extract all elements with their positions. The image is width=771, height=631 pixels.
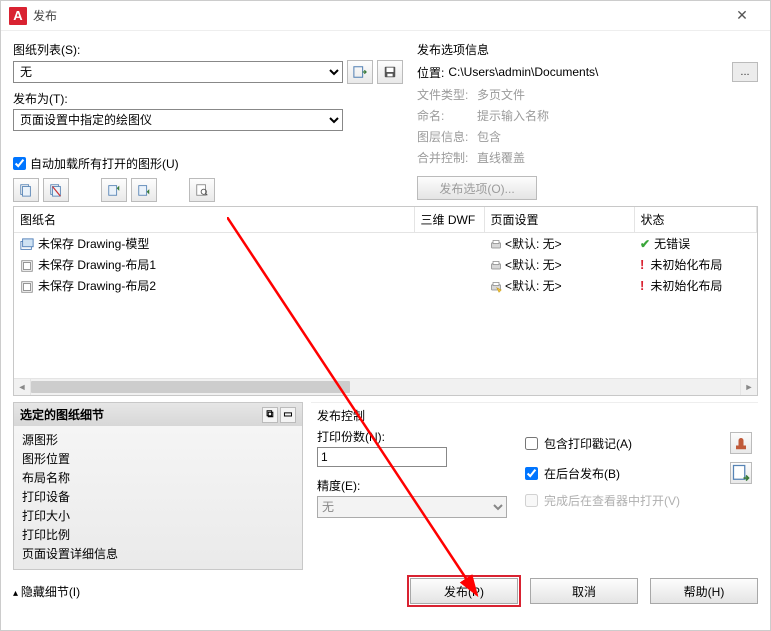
detail-item[interactable]: 源图形	[22, 430, 294, 449]
sheet-detail-panel: 选定的图纸细节 ⧉ ▭ 源图形图形位置布局名称打印设备打印大小打印比例页面设置详…	[13, 402, 303, 570]
detail-copy-icon[interactable]: ⧉	[262, 407, 278, 423]
precision-select: 无	[317, 496, 507, 518]
move-down-icon[interactable]	[131, 178, 157, 202]
location-label: 位置:	[417, 64, 444, 81]
location-value: C:\Users\admin\Documents\	[448, 65, 598, 79]
precision-label: 精度(E):	[317, 477, 507, 494]
preview-icon[interactable]	[189, 178, 215, 202]
bg-publish-settings-icon[interactable]	[730, 462, 752, 484]
autoload-label: 自动加载所有打开的图形(U)	[30, 155, 179, 172]
cancel-button[interactable]: 取消	[530, 578, 638, 604]
browse-location-button[interactable]: ...	[732, 62, 758, 82]
detail-header: 选定的图纸细节	[20, 406, 104, 423]
stamp-settings-icon[interactable]	[730, 432, 752, 454]
layers-label: 图层信息:	[417, 128, 477, 145]
include-stamp-label: 包含打印戳记(A)	[544, 435, 632, 452]
grid-horizontal-scrollbar[interactable]: ◄ ►	[14, 378, 757, 395]
include-stamp-checkbox[interactable]	[525, 437, 538, 450]
sheet-toolbar	[13, 178, 403, 202]
detail-item[interactable]: 布局名称	[22, 468, 294, 487]
filetype-value: 多页文件	[477, 86, 758, 103]
publish-button[interactable]: 发布(P)	[410, 578, 518, 604]
naming-value: 提示输入名称	[477, 107, 758, 124]
hide-details-toggle[interactable]: 隐藏细节(I)	[13, 583, 398, 600]
detail-item[interactable]: 打印比例	[22, 525, 294, 544]
publish-options-header: 发布选项信息	[417, 41, 758, 58]
publish-as-label: 发布为(T):	[13, 90, 403, 107]
col-header-page[interactable]: 页面设置	[484, 207, 634, 233]
autoload-checkbox[interactable]	[13, 157, 26, 170]
save-sheet-icon[interactable]	[377, 60, 403, 84]
publish-control-panel: 发布控制 打印份数(N): 精度(E): 无 包含打印戳记(A)	[311, 402, 758, 570]
copies-label: 打印份数(N):	[317, 428, 507, 445]
table-row[interactable]: 未保存 Drawing-布局2<默认: 无>未初始化布局	[14, 275, 757, 296]
publish-options-button[interactable]: 发布选项(O)...	[417, 176, 537, 200]
open-after-label: 完成后在查看器中打开(V)	[544, 492, 680, 509]
open-after-checkbox	[525, 494, 538, 507]
detail-paste-icon[interactable]: ▭	[280, 407, 296, 423]
titlebar: A 发布 ✕	[1, 1, 770, 31]
col-header-status[interactable]: 状态	[634, 207, 757, 233]
naming-label: 命名:	[417, 107, 477, 124]
copies-input[interactable]	[317, 447, 447, 467]
publish-dialog: A 发布 ✕ 图纸列表(S): 无 发布为(T): 页面设置中指定的绘图	[0, 0, 771, 631]
move-up-icon[interactable]	[101, 178, 127, 202]
table-row[interactable]: 未保存 Drawing-布局1<默认: 无>未初始化布局	[14, 254, 757, 275]
table-row[interactable]: 未保存 Drawing-模型<默认: 无>无错误	[14, 233, 757, 255]
detail-item[interactable]: 打印大小	[22, 506, 294, 525]
bg-publish-label: 在后台发布(B)	[544, 465, 620, 482]
filetype-label: 文件类型:	[417, 86, 477, 103]
help-button[interactable]: 帮助(H)	[650, 578, 758, 604]
publish-control-header: 发布控制	[317, 407, 752, 424]
add-sheets-icon[interactable]	[13, 178, 39, 202]
detail-item[interactable]: 打印设备	[22, 487, 294, 506]
merge-label: 合并控制:	[417, 149, 477, 166]
detail-item[interactable]: 图形位置	[22, 449, 294, 468]
detail-item[interactable]: 页面设置详细信息	[22, 544, 294, 563]
remove-sheets-icon[interactable]	[43, 178, 69, 202]
close-icon[interactable]: ✕	[722, 7, 762, 24]
publish-as-select[interactable]: 页面设置中指定的绘图仪	[13, 109, 343, 131]
sheet-list-label: 图纸列表(S):	[13, 41, 403, 58]
bg-publish-checkbox[interactable]	[525, 467, 538, 480]
sheet-grid: 图纸名 三维 DWF 页面设置 状态 未保存 Drawing-模型<默认: 无>…	[13, 206, 758, 396]
merge-value: 直线覆盖	[477, 149, 758, 166]
app-logo-icon: A	[9, 7, 27, 25]
scroll-left-icon[interactable]: ◄	[14, 379, 31, 395]
sheet-list-select[interactable]: 无	[13, 61, 343, 83]
layers-value: 包含	[477, 128, 758, 145]
scroll-right-icon[interactable]: ►	[740, 379, 757, 395]
window-title: 发布	[33, 7, 722, 24]
col-header-name[interactable]: 图纸名	[14, 207, 414, 233]
import-sheet-icon[interactable]	[347, 60, 373, 84]
col-header-3d[interactable]: 三维 DWF	[414, 207, 484, 233]
